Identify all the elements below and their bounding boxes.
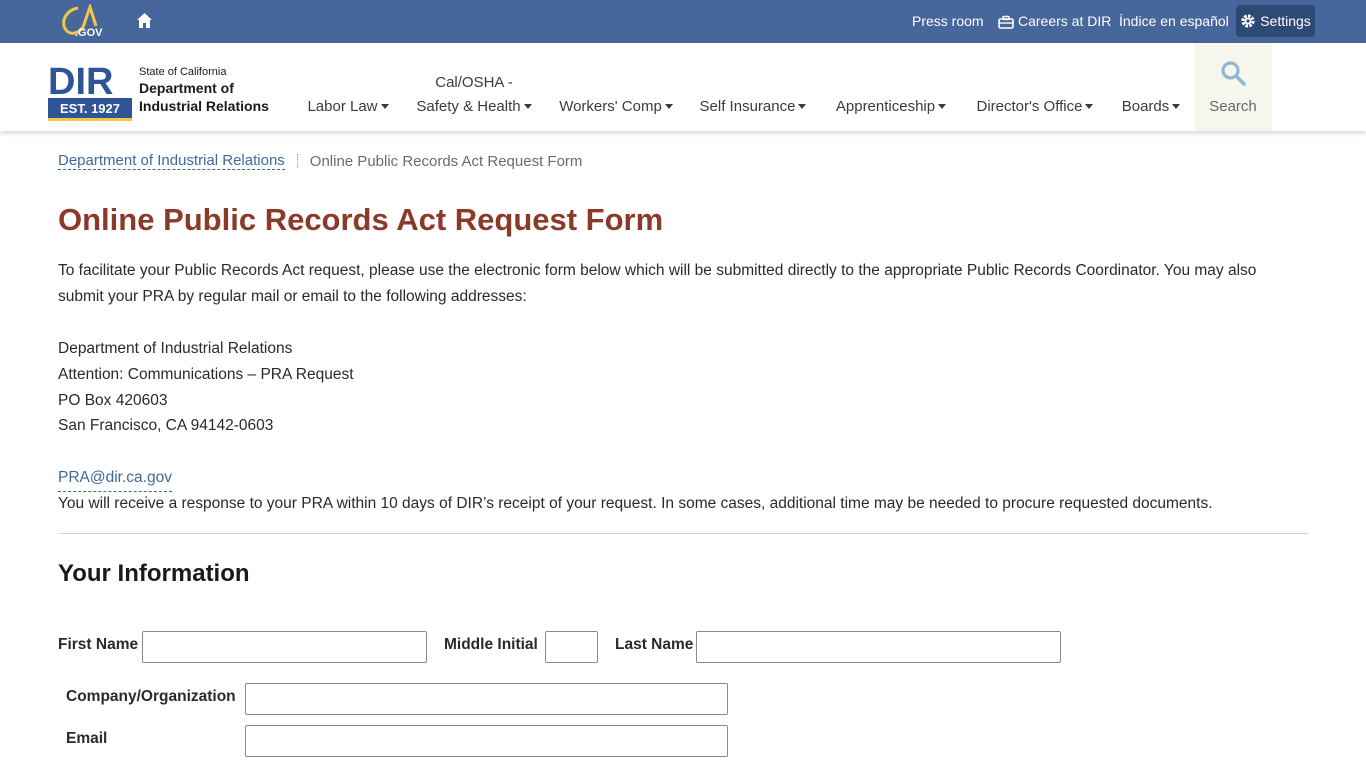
nav-directors-office[interactable]: Director's Office xyxy=(972,43,1098,131)
address-line: San Francisco, CA 94142-0603 xyxy=(58,417,274,435)
company-label: Company/Organization xyxy=(66,688,236,705)
dept-name: State of California Department of Indust… xyxy=(139,65,269,115)
email-input[interactable] xyxy=(245,725,728,757)
caret-down-icon xyxy=(523,103,532,109)
caret-down-icon xyxy=(664,103,673,109)
svg-text:.GOV: .GOV xyxy=(75,27,103,38)
middle-initial-label: Middle Initial xyxy=(444,636,538,653)
caret-down-icon xyxy=(380,103,389,109)
nav-workers-comp-label: Workers' Comp xyxy=(556,98,676,115)
last-name-input[interactable] xyxy=(696,631,1061,663)
settings-button[interactable]: Settings xyxy=(1236,5,1315,37)
logo-letters: DIR xyxy=(48,61,113,103)
last-name-label: Last Name xyxy=(615,636,694,653)
section-title-your-information: Your Information xyxy=(58,560,250,587)
pra-email-link[interactable]: PRA@dir.ca.gov xyxy=(58,465,172,492)
caret-down-icon xyxy=(798,103,807,109)
nav-labor-law-label: Labor Law xyxy=(306,98,390,115)
careers-link[interactable]: Careers at DIR xyxy=(998,0,1111,43)
breadcrumb: Department of Industrial Relations Onlin… xyxy=(58,152,582,170)
nav-safety-health[interactable]: Cal/OSHA - Safety & Health xyxy=(414,43,534,131)
careers-label: Careers at DIR xyxy=(1018,13,1112,29)
nav-apprenticeship[interactable]: Apprenticeship xyxy=(831,43,951,131)
nav-apprenticeship-label: Apprenticeship xyxy=(831,98,951,115)
nav-labor-law[interactable]: Labor Law xyxy=(306,43,390,131)
settings-label: Settings xyxy=(1260,13,1311,29)
middle-initial-input[interactable] xyxy=(545,631,598,663)
address-line: PO Box 420603 xyxy=(58,391,168,409)
email-label: Email xyxy=(66,730,108,747)
response-paragraph: You will receive a response to your PRA … xyxy=(58,495,1213,512)
breadcrumb-home-link[interactable]: Department of Industrial Relations xyxy=(58,152,285,170)
home-icon[interactable] xyxy=(136,12,153,29)
site-header: DIR EST. 1927 State of California Depart… xyxy=(0,43,1366,131)
dept-line1: Department of xyxy=(139,80,234,96)
utility-bar: .GOV Press room Careers at DIR Índice en… xyxy=(0,0,1366,43)
address-line: Attention: Communications – PRA Request xyxy=(58,365,354,383)
briefcase-icon xyxy=(998,15,1014,29)
mailing-address: Department of Industrial Relations Atten… xyxy=(58,336,354,439)
dir-logo[interactable]: DIR EST. 1927 xyxy=(48,60,132,122)
search-button[interactable]: Search xyxy=(1194,43,1272,131)
nav-workers-comp[interactable]: Workers' Comp xyxy=(556,43,676,131)
logo-est: EST. 1927 xyxy=(60,101,120,116)
page-title: Online Public Records Act Request Form xyxy=(58,202,664,237)
intro-paragraph: To facilitate your Public Records Act re… xyxy=(58,262,1257,305)
nav-self-insurance[interactable]: Self Insurance xyxy=(697,43,809,131)
divider xyxy=(58,533,1308,534)
caret-down-icon xyxy=(1085,103,1094,109)
breadcrumb-current: Online Public Records Act Request Form xyxy=(309,152,583,170)
press-room-link[interactable]: Press room xyxy=(912,0,984,43)
caret-down-icon xyxy=(1172,103,1181,109)
first-name-input[interactable] xyxy=(142,631,427,663)
caret-down-icon xyxy=(938,103,947,109)
nav-boards-label: Boards xyxy=(1118,98,1184,115)
address-line: Department of Industrial Relations xyxy=(58,340,293,357)
nav-calosha-label: Cal/OSHA - xyxy=(435,74,513,91)
first-name-label: First Name xyxy=(58,636,139,653)
gear-icon xyxy=(1241,14,1255,28)
nav-self-insurance-label: Self Insurance xyxy=(697,98,809,115)
search-icon xyxy=(1221,61,1246,86)
breadcrumb-separator xyxy=(296,154,298,168)
dept-line2: Industrial Relations xyxy=(139,98,269,114)
nav-directors-office-label: Director's Office xyxy=(972,98,1098,115)
company-input[interactable] xyxy=(245,683,728,715)
state-label: State of California xyxy=(139,66,227,78)
ca-gov-logo[interactable]: .GOV xyxy=(58,4,106,38)
nav-boards[interactable]: Boards xyxy=(1118,43,1184,131)
espanol-link[interactable]: Índice en español xyxy=(1119,0,1229,43)
nav-safety-health-label: Safety & Health xyxy=(414,98,534,115)
search-label: Search xyxy=(1209,98,1257,115)
